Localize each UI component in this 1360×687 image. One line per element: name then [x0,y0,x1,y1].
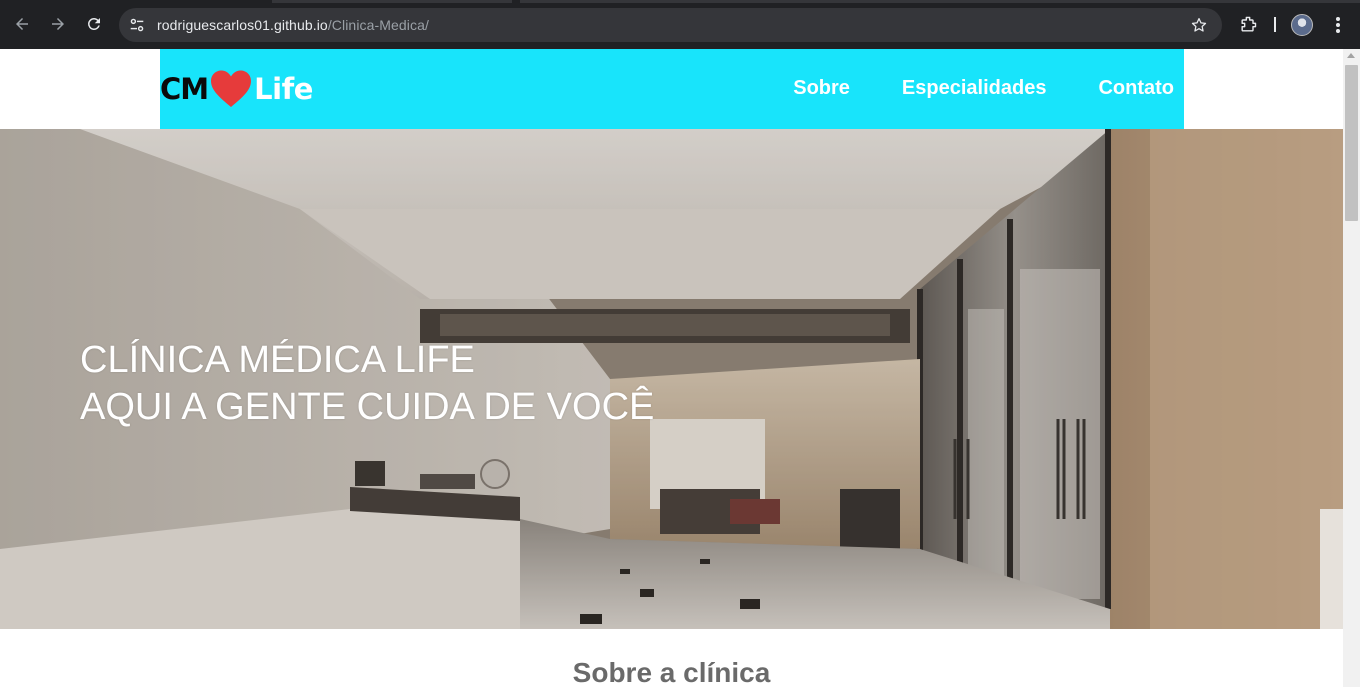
address-bar[interactable]: rodriguescarlos01.github.io/Clinica-Medi… [119,8,1222,42]
back-button[interactable] [8,10,36,38]
profile-avatar[interactable] [1291,14,1313,36]
logo-text-cm: CM [160,72,209,106]
scrollbar-thumb[interactable] [1345,65,1358,221]
arrow-right-icon [52,18,64,30]
tab-edge [272,0,512,3]
about-section-title: Sobre a clínica [572,657,771,687]
bookmark-star-icon[interactable] [1190,16,1208,34]
hero-banner: CLÍNICA MÉDICA LIFE AQUI A GENTE CUIDA D… [0,129,1343,629]
logo-text-life: Life [254,72,313,106]
nav-link-contato[interactable]: Contato [1098,77,1174,100]
url-text[interactable]: rodriguescarlos01.github.io/Clinica-Medi… [157,17,429,33]
toolbar-divider [1274,17,1276,32]
scroll-up-arrow-icon[interactable] [1347,53,1355,58]
hero-line-2: AQUI A GENTE CUIDA DE VOCÊ [80,386,655,429]
hero-line-1: CLÍNICA MÉDICA LIFE [80,339,475,381]
url-host: rodriguescarlos01.github.io [157,17,328,33]
url-path: /Clinica-Medica/ [327,17,429,33]
site-logo[interactable]: CM Life [160,69,313,109]
site-header: CM Life Sobre Especialidades Contato [160,49,1184,129]
browser-menu-icon[interactable] [1328,14,1348,36]
reload-icon [88,17,100,30]
forward-button[interactable] [44,10,72,38]
arrow-left-icon [16,18,28,30]
reload-button[interactable] [80,10,108,38]
page-scrollbar[interactable] [1343,49,1360,687]
site-info-icon[interactable] [127,15,147,35]
nav-link-sobre[interactable]: Sobre [793,77,850,100]
main-nav: Sobre Especialidades Contato [793,77,1174,100]
page-viewport: CM Life Sobre Especialidades Contato CLÍ… [0,49,1343,687]
hero-heading: CLÍNICA MÉDICA LIFE AQUI A GENTE CUIDA D… [80,337,654,431]
browser-toolbar: rodriguescarlos01.github.io/Clinica-Medi… [0,0,1360,49]
nav-link-especialidades[interactable]: Especialidades [902,77,1047,100]
heart-icon [211,70,252,107]
tab-edge [520,0,1360,3]
extensions-icon[interactable] [1238,15,1258,35]
